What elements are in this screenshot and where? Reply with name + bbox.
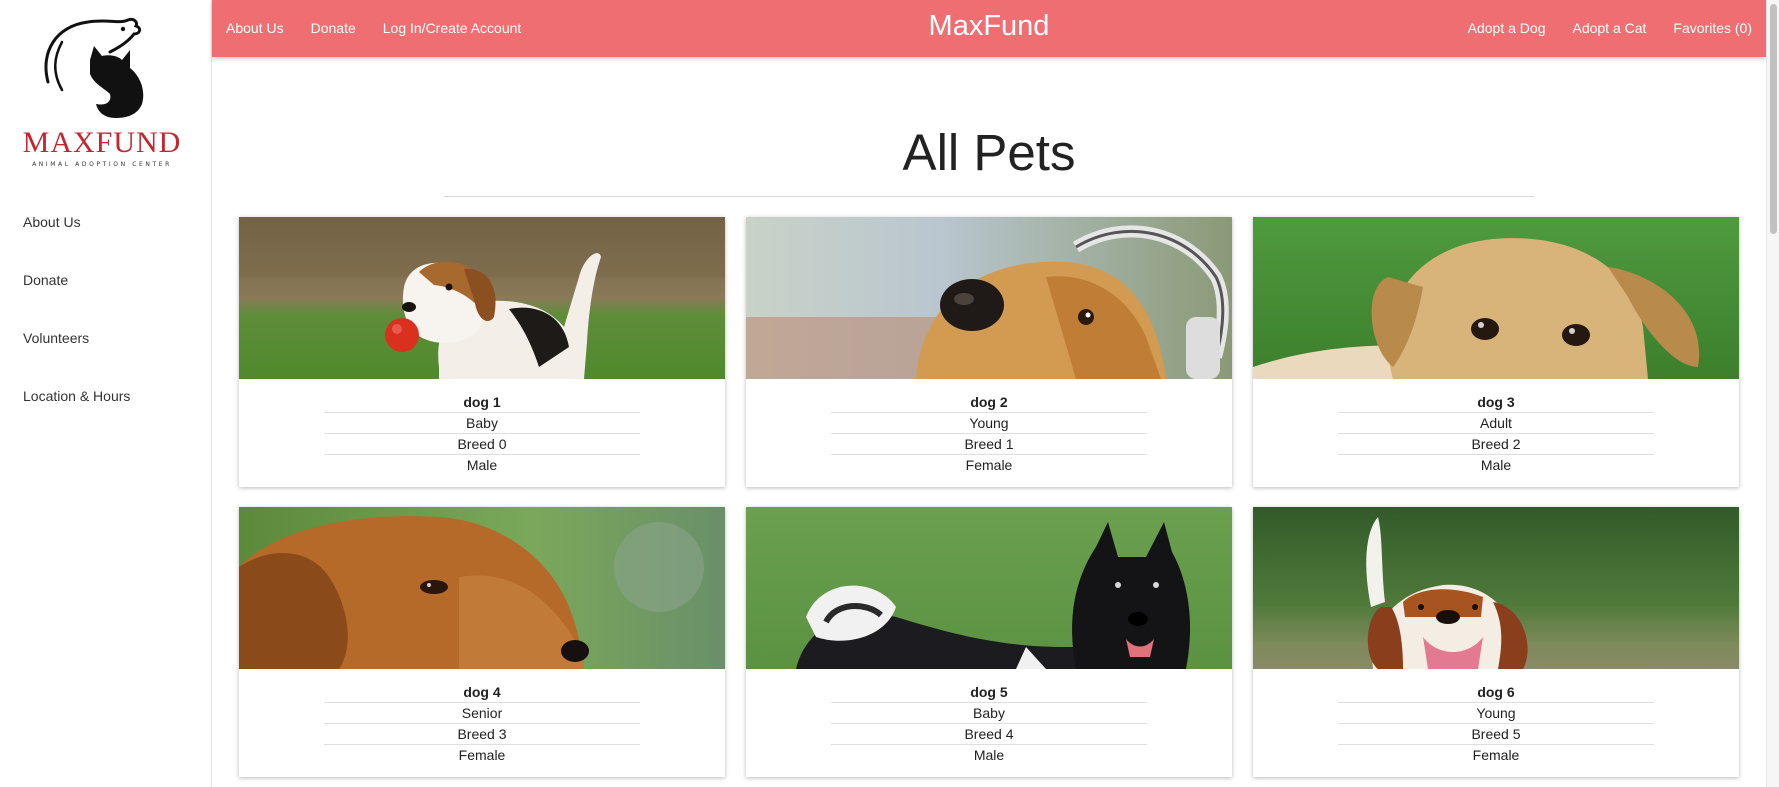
pet-details: dog 5 Baby Breed 4 Male — [831, 682, 1147, 766]
nav-adopt-cat-link[interactable]: Adopt a Cat — [1572, 20, 1646, 36]
pet-card[interactable]: dog 3 Adult Breed 2 Male — [1253, 217, 1739, 487]
pet-breed: Breed 2 — [1338, 434, 1654, 455]
pet-name: dog 6 — [1338, 682, 1654, 703]
sidebar-nav: About Us Donate Volunteers Location & Ho… — [23, 214, 130, 446]
brand-title[interactable]: MaxFund — [929, 10, 1050, 42]
pet-name: dog 3 — [1338, 392, 1654, 413]
pet-age: Baby — [324, 413, 640, 434]
pet-sex: Male — [1480, 457, 1512, 473]
nav-about-us-link[interactable]: About Us — [226, 20, 284, 36]
pet-breed: Breed 0 — [324, 434, 640, 455]
sidebar: MAXFUND ANIMAL ADOPTION CENTER About Us … — [0, 0, 212, 787]
sidebar-item-about-us[interactable]: About Us — [23, 214, 130, 272]
nav-adopt-dog-link[interactable]: Adopt a Dog — [1468, 20, 1546, 36]
pet-card[interactable]: dog 5 Baby Breed 4 Male — [746, 507, 1232, 777]
pet-card[interactable]: dog 2 Young Breed 1 Female — [746, 217, 1232, 487]
sidebar-item-donate[interactable]: Donate — [23, 272, 130, 330]
nav-login-link[interactable]: Log In/Create Account — [383, 20, 522, 36]
pet-name: dog 2 — [831, 392, 1147, 413]
pet-photo-dachshund — [239, 507, 725, 669]
pet-age: Adult — [1338, 413, 1654, 434]
nav-favorites-link[interactable]: Favorites (0) — [1673, 20, 1752, 36]
page-title: All Pets — [902, 124, 1076, 181]
pet-details: dog 3 Adult Breed 2 Male — [1338, 392, 1654, 476]
pet-details: dog 1 Baby Breed 0 Male — [324, 392, 640, 476]
top-nav-left: About Us Donate Log In/Create Account — [226, 20, 521, 36]
pet-card[interactable]: dog 1 Baby Breed 0 Male — [239, 217, 725, 487]
pet-sex: Male — [466, 457, 498, 473]
pet-card[interactable]: dog 4 Senior Breed 3 Female — [239, 507, 725, 777]
pet-age: Baby — [831, 703, 1147, 724]
title-divider — [444, 196, 1534, 197]
pet-sex: Male — [973, 747, 1005, 763]
pet-breed: Breed 5 — [1338, 724, 1654, 745]
pet-breed: Breed 4 — [831, 724, 1147, 745]
pet-name: dog 1 — [324, 392, 640, 413]
pet-details: dog 2 Young Breed 1 Female — [831, 392, 1147, 476]
pet-name: dog 5 — [831, 682, 1147, 703]
scrollbar-thumb[interactable] — [1770, 4, 1777, 234]
maxfund-logo[interactable]: MAXFUND ANIMAL ADOPTION CENTER — [18, 12, 186, 172]
top-nav-right: Adopt a Dog Adopt a Cat Favorites (0) — [1468, 20, 1752, 36]
pet-sex: Female — [1472, 747, 1520, 763]
pet-breed: Breed 1 — [831, 434, 1147, 455]
pet-age: Young — [1338, 703, 1654, 724]
dog-cat-silhouette-icon — [44, 18, 144, 118]
pet-age: Senior — [324, 703, 640, 724]
page-scrollbar[interactable] — [1766, 0, 1779, 787]
logo-tagline: ANIMAL ADOPTION CENTER — [32, 161, 172, 168]
pet-details: dog 4 Senior Breed 3 Female — [324, 682, 640, 766]
pet-sex: Female — [965, 457, 1013, 473]
pet-breed: Breed 3 — [324, 724, 640, 745]
sidebar-item-volunteers[interactable]: Volunteers — [23, 330, 130, 388]
pet-photo-basset — [1253, 507, 1739, 669]
nav-donate-link[interactable]: Donate — [311, 20, 356, 36]
pet-card[interactable]: dog 6 Young Breed 5 Female — [1253, 507, 1739, 777]
pet-photo-golden — [746, 217, 1232, 379]
logo-wordmark: MAXFUND — [22, 126, 182, 159]
pet-age: Young — [831, 413, 1147, 434]
pet-photo-beagle — [239, 217, 725, 379]
main-content: All Pets dog 1 Baby Breed 0 Male dog 2 Y… — [212, 57, 1766, 787]
pet-sex: Female — [458, 747, 506, 763]
pet-details: dog 6 Young Breed 5 Female — [1338, 682, 1654, 766]
pet-photo-labrador — [1253, 217, 1739, 379]
top-navbar: MaxFund About Us Donate Log In/Create Ac… — [212, 0, 1766, 57]
sidebar-item-location-hours[interactable]: Location & Hours — [23, 388, 130, 446]
pet-name: dog 4 — [324, 682, 640, 703]
pet-photo-akita — [746, 507, 1232, 669]
